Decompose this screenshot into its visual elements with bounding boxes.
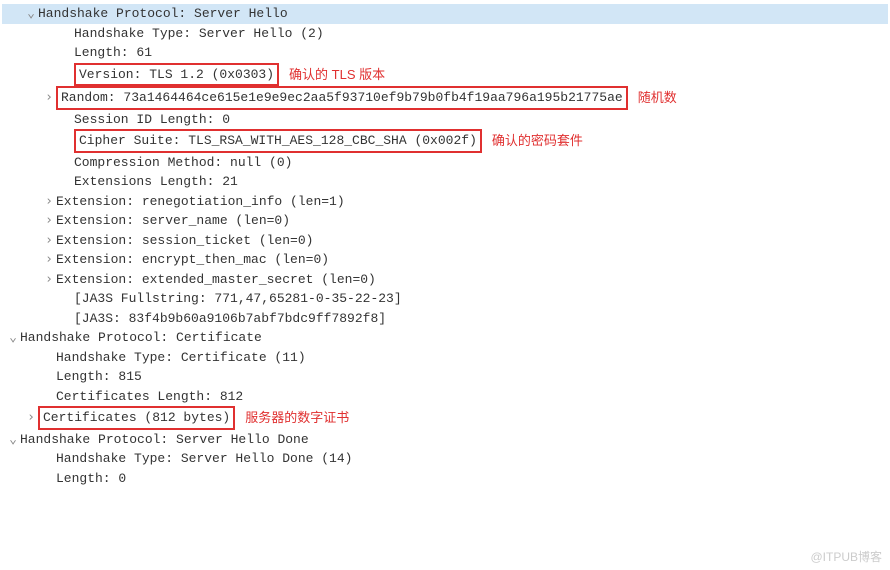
row-certs[interactable]: › Certificates (812 bytes) 服务器的数字证书: [2, 406, 888, 430]
row-ja3s-full[interactable]: · [JA3S Fullstring: 771,47,65281-0-35-22…: [2, 289, 888, 309]
chevron-down-icon[interactable]: ⌄: [6, 328, 20, 348]
length-label: Length: 61: [74, 43, 152, 63]
cipher-label: Cipher Suite: TLS_RSA_WITH_AES_128_CBC_S…: [74, 129, 482, 153]
annot-random: 随机数: [638, 88, 677, 108]
hello-done-header: Handshake Protocol: Server Hello Done: [20, 430, 309, 450]
row-ext1[interactable]: › Extension: renegotiation_info (len=1): [2, 192, 888, 212]
row-length[interactable]: · Length: 61: [2, 43, 888, 63]
certs-label: Certificates (812 bytes): [38, 406, 235, 430]
row-done-length[interactable]: · Length: 0: [2, 469, 888, 489]
random-label: Random: 73a1464464ce615e1e9e9ec2aa5f9371…: [56, 86, 628, 110]
chevron-right-icon[interactable]: ›: [24, 408, 38, 428]
row-ext-len[interactable]: · Extensions Length: 21: [2, 172, 888, 192]
chevron-right-icon[interactable]: ›: [42, 231, 56, 251]
ext-len-label: Extensions Length: 21: [74, 172, 238, 192]
row-certs-len[interactable]: · Certificates Length: 812: [2, 387, 888, 407]
watermark: @ITPUB博客: [810, 548, 882, 566]
packet-tree: ⌄ Handshake Protocol: Server Hello · Han…: [0, 0, 890, 492]
ja3s-label: [JA3S: 83f4b9b60a9106b7abf7bdc9ff7892f8]: [74, 309, 386, 329]
row-done-type[interactable]: · Handshake Type: Server Hello Done (14): [2, 449, 888, 469]
annot-version: 确认的 TLS 版本: [289, 65, 385, 85]
chevron-right-icon[interactable]: ›: [42, 270, 56, 290]
ext3-label: Extension: session_ticket (len=0): [56, 231, 313, 251]
row-cert-type[interactable]: · Handshake Type: Certificate (11): [2, 348, 888, 368]
row-ext3[interactable]: › Extension: session_ticket (len=0): [2, 231, 888, 251]
handshake-type-label: Handshake Type: Server Hello (2): [74, 24, 324, 44]
row-random[interactable]: › Random: 73a1464464ce615e1e9e9ec2aa5f93…: [2, 86, 888, 110]
ja3s-full-label: [JA3S Fullstring: 771,47,65281-0-35-22-2…: [74, 289, 402, 309]
ext4-label: Extension: encrypt_then_mac (len=0): [56, 250, 329, 270]
row-ja3s[interactable]: · [JA3S: 83f4b9b60a9106b7abf7bdc9ff7892f…: [2, 309, 888, 329]
row-version[interactable]: · Version: TLS 1.2 (0x0303) 确认的 TLS 版本: [2, 63, 888, 87]
row-ext4[interactable]: › Extension: encrypt_then_mac (len=0): [2, 250, 888, 270]
server-hello-header: Handshake Protocol: Server Hello: [38, 4, 288, 24]
row-handshake-type[interactable]: · Handshake Type: Server Hello (2): [2, 24, 888, 44]
row-session-id[interactable]: · Session ID Length: 0: [2, 110, 888, 130]
chevron-down-icon[interactable]: ⌄: [24, 4, 38, 24]
row-server-hello[interactable]: ⌄ Handshake Protocol: Server Hello: [2, 4, 888, 24]
version-label: Version: TLS 1.2 (0x0303): [74, 63, 279, 87]
row-cipher[interactable]: · Cipher Suite: TLS_RSA_WITH_AES_128_CBC…: [2, 129, 888, 153]
session-id-label: Session ID Length: 0: [74, 110, 230, 130]
row-ext5[interactable]: › Extension: extended_master_secret (len…: [2, 270, 888, 290]
compression-label: Compression Method: null (0): [74, 153, 292, 173]
chevron-right-icon[interactable]: ›: [42, 211, 56, 231]
done-type-label: Handshake Type: Server Hello Done (14): [56, 449, 352, 469]
row-compression[interactable]: · Compression Method: null (0): [2, 153, 888, 173]
certs-len-label: Certificates Length: 812: [56, 387, 243, 407]
chevron-right-icon[interactable]: ›: [42, 88, 56, 108]
row-cert-length[interactable]: · Length: 815: [2, 367, 888, 387]
ext1-label: Extension: renegotiation_info (len=1): [56, 192, 345, 212]
row-certificate[interactable]: ⌄ Handshake Protocol: Certificate: [2, 328, 888, 348]
cert-length-label: Length: 815: [56, 367, 142, 387]
row-hello-done[interactable]: ⌄ Handshake Protocol: Server Hello Done: [2, 430, 888, 450]
annot-cipher: 确认的密码套件: [492, 131, 583, 151]
row-ext2[interactable]: › Extension: server_name (len=0): [2, 211, 888, 231]
chevron-down-icon[interactable]: ⌄: [6, 430, 20, 450]
cert-type-label: Handshake Type: Certificate (11): [56, 348, 306, 368]
certificate-header: Handshake Protocol: Certificate: [20, 328, 262, 348]
chevron-right-icon[interactable]: ›: [42, 250, 56, 270]
done-length-label: Length: 0: [56, 469, 126, 489]
ext5-label: Extension: extended_master_secret (len=0…: [56, 270, 376, 290]
chevron-right-icon[interactable]: ›: [42, 192, 56, 212]
ext2-label: Extension: server_name (len=0): [56, 211, 290, 231]
annot-cert: 服务器的数字证书: [245, 408, 349, 428]
